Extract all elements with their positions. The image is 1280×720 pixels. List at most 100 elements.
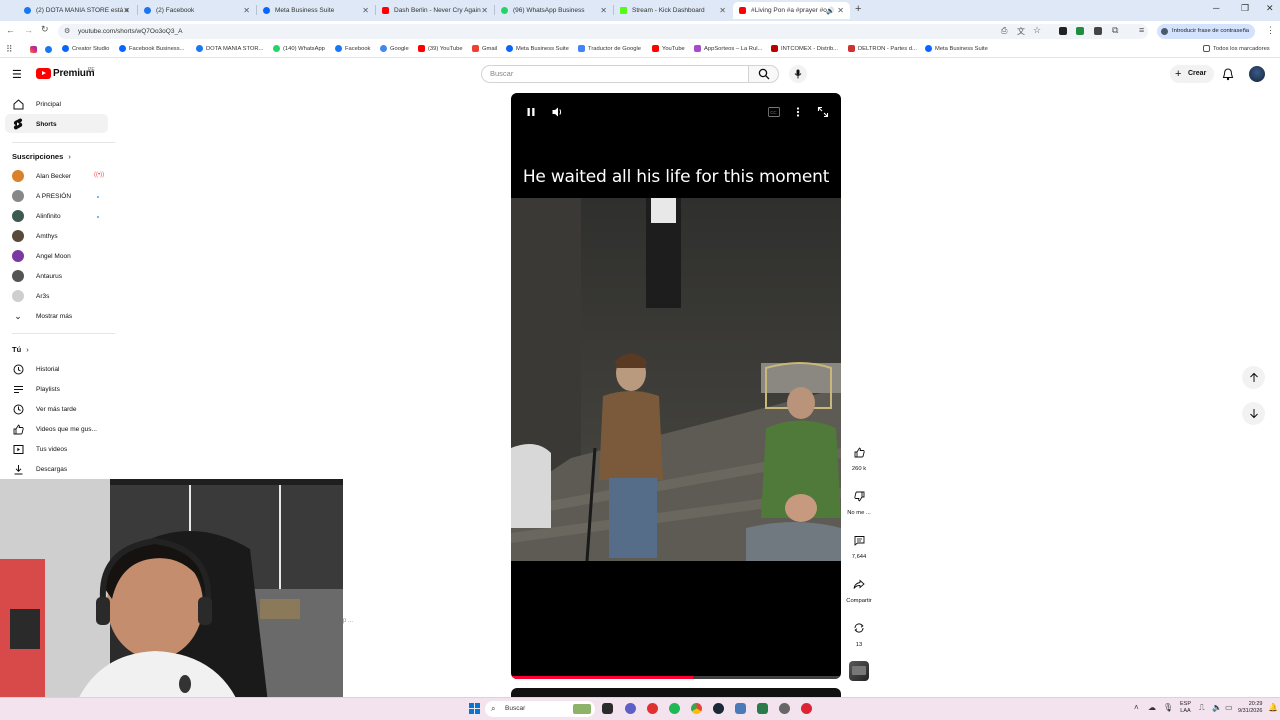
subscription-item[interactable]: Alan Becker [12,169,71,183]
you-header[interactable]: Tú › [12,345,29,354]
calculator-icon[interactable] [735,703,746,714]
back-icon[interactable]: ← [6,25,15,35]
subscriptions-header[interactable]: Suscripciones › [12,152,71,161]
app-icon[interactable] [801,703,812,714]
share-button[interactable]: Compartir [846,573,872,604]
pause-icon[interactable] [525,106,537,118]
reload-icon[interactable]: ↻ [41,24,49,35]
bookmark-item[interactable]: Meta Business Suite [925,45,988,52]
site-info-icon[interactable]: ⚙ [64,24,70,39]
create-button[interactable]: + Crear [1170,65,1214,83]
sidebar-item-shorts[interactable]: Shorts [12,117,57,131]
sidebar-item-watch-later[interactable]: Ver más tarde [12,402,76,416]
settings-icon[interactable] [779,703,790,714]
bookmark-item[interactable]: Creator Studio [62,45,109,52]
sidebar-item-liked-videos[interactable]: Videos que me gus... [12,422,97,436]
bookmark-item[interactable]: (39) YouTube [418,45,463,52]
bookmark-item[interactable]: (140) WhatsApp [273,45,325,52]
taskbar-search[interactable]: ⌕ Buscar [485,701,595,717]
bookmark-item[interactable]: Traductor de Google [578,45,641,52]
extensions-puzzle-icon[interactable]: ⧉ [1112,25,1118,36]
sidebar-item-history[interactable]: Historial [12,362,59,376]
volume-icon[interactable] [551,106,564,118]
app-icon[interactable] [647,703,658,714]
subscription-item[interactable]: Amthys [12,229,58,243]
bookmark-item[interactable]: INTCOMEX - Distrib... [771,45,838,52]
youtube-premium-logo[interactable]: Premium PE [36,67,95,79]
browser-tab[interactable]: (96) WhatsApp Business ✕ [495,2,613,19]
browser-tab[interactable]: (2) Facebook ✕ [138,2,256,19]
sidebar-item-home[interactable]: Principal [12,97,61,111]
audio-source-thumbnail[interactable] [849,661,869,681]
notifications-bell-icon[interactable] [1222,68,1234,81]
subscription-item[interactable]: Antaurus [12,269,62,283]
subscription-item[interactable]: Angel Moon [12,249,71,263]
translate-icon[interactable]: 文 [1017,26,1025,37]
subscription-item[interactable]: Ar3s [12,289,49,303]
media-control-icon[interactable]: ≡ [1139,25,1144,35]
sidebar-item-your-videos[interactable]: Tus videos [12,442,67,456]
search-input[interactable]: Buscar [481,65,749,83]
fullscreen-icon[interactable] [817,106,829,118]
facebook-icon[interactable] [45,46,52,53]
cloud-icon[interactable]: ☁ [1148,703,1156,712]
apps-grid-icon[interactable]: ⠿ [6,44,13,55]
bookmark-item[interactable]: Gmail [472,45,497,52]
notifications-icon[interactable]: 🔔 [1268,703,1278,712]
install-icon[interactable]: ⎙ [1001,26,1007,36]
captions-icon[interactable]: CC [768,107,780,117]
browser-tab[interactable]: (2) DOTA MANIA STORE está e ✕ [18,2,136,19]
network-icon[interactable]: ⎍ [1199,703,1205,713]
maximize-icon[interactable]: ❐ [1241,3,1249,14]
subscription-item[interactable]: A PRESIÓN [12,189,71,203]
sidebar-item-playlists[interactable]: Playlists [12,382,60,396]
bookmark-star-icon[interactable]: ☆ [1033,25,1041,36]
show-more-button[interactable]: ⌄ Mostrar más [12,309,72,323]
close-tab-icon[interactable]: ✕ [243,6,250,15]
speaker-icon[interactable]: 🔈 [1212,703,1222,712]
bookmark-item[interactable]: DELTRON - Partes d... [848,45,917,52]
close-tab-icon[interactable]: ✕ [481,6,488,15]
chrome-icon[interactable] [691,703,702,714]
language-indicator[interactable]: ESP LAA [1180,701,1191,715]
windows-start-icon[interactable] [469,703,480,714]
new-tab-icon[interactable]: + [855,3,861,15]
steam-icon[interactable] [713,703,724,714]
browser-menu-icon[interactable]: ⋮ [1266,25,1275,36]
comments-button[interactable]: 7,644 [846,529,872,560]
password-chip[interactable]: Introducir frase de contraseña [1157,24,1255,39]
sidebar-item-downloads[interactable]: Descargas [12,462,67,476]
remix-button[interactable]: 13 [846,617,872,648]
close-tab-icon[interactable]: ✕ [600,6,607,15]
more-options-icon[interactable] [794,106,802,118]
search-button[interactable] [749,65,779,83]
bookmark-item[interactable]: Google [380,45,409,52]
app-icon[interactable] [625,703,636,714]
instagram-icon[interactable] [30,46,37,53]
address-bar[interactable]: ⚙ youtube.com/shorts/wQ7Oo3oQ3_A [58,24,1148,39]
previous-short-button[interactable] [1242,366,1265,389]
like-button[interactable]: 260 k [846,441,872,472]
close-tab-icon[interactable]: ✕ [362,6,369,15]
bookmark-item[interactable]: Meta Business Suite [506,45,569,52]
app-icon[interactable] [757,703,768,714]
extension-icon[interactable] [1059,27,1067,35]
close-window-icon[interactable]: ✕ [1266,3,1274,14]
extension-icon[interactable] [1094,27,1102,35]
browser-tab[interactable]: Stream - Kick Dashboard ✕ [614,2,732,19]
close-tab-icon[interactable]: ✕ [837,6,844,15]
task-view-icon[interactable] [602,703,613,714]
browser-tab-active[interactable]: #Living Pon #a #prayer #o 🔊 ✕ [733,2,850,19]
taskbar-clock[interactable]: 20:29 9/31/2026 [1238,701,1262,715]
guide-menu-icon[interactable]: ☰ [12,68,22,81]
close-tab-icon[interactable]: ✕ [719,6,726,15]
tray-chevron-icon[interactable]: ˄ [1134,703,1139,712]
bookmark-item[interactable]: DOTA MANIA STOR... [196,45,263,52]
browser-tab[interactable]: Meta Business Suite ✕ [257,2,375,19]
battery-icon[interactable]: ▭ [1225,703,1233,712]
bookmark-item[interactable]: Facebook Business... [119,45,184,52]
bookmark-item[interactable]: AppSorteos – La Rul... [694,45,762,52]
extension-icon[interactable] [1076,27,1084,35]
tab-audio-icon[interactable]: 🔊 [826,7,835,15]
shorts-video-player[interactable]: CC He waited all his life for this momen… [511,93,841,679]
